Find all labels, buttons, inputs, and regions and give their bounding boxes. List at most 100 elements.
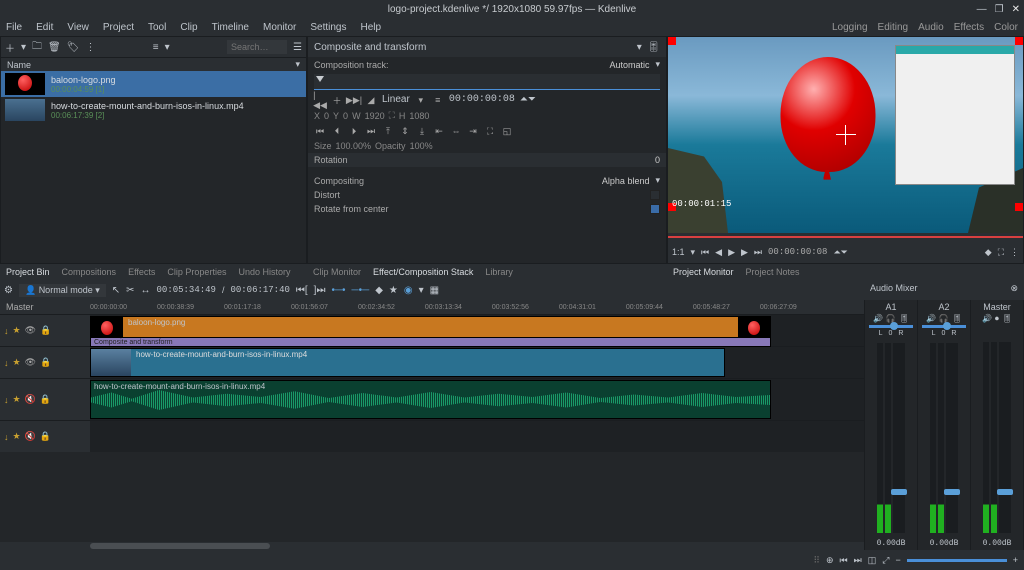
menu-file[interactable]: File (6, 22, 22, 33)
more-icon[interactable]: ⋮ (1010, 247, 1019, 258)
lock-icon[interactable]: 🔒 (40, 357, 51, 368)
bin-item[interactable]: how-to-create-mount-and-burn-isos-in-lin… (1, 97, 306, 123)
rotate-center-checkbox[interactable] (650, 204, 660, 214)
fullscreen-icon[interactable]: ⛶ (998, 247, 1004, 258)
lock-icon[interactable]: 🔒 (40, 325, 51, 336)
chevron-down-icon[interactable]: ▾ (295, 59, 300, 70)
tab-clip-properties[interactable]: Clip Properties (167, 267, 226, 277)
collapse-icon[interactable]: ↓ (4, 358, 9, 368)
timeline-composition[interactable]: Composite and transform (90, 337, 771, 347)
snap-icon[interactable]: •─• (331, 285, 345, 296)
close-icon[interactable]: ⊗ (1010, 283, 1018, 294)
snap2-icon[interactable]: ─•─ (352, 285, 370, 296)
delete-icon[interactable]: 🗑 (48, 42, 61, 53)
timeline-ruler[interactable]: Master 00:00:00:00 00:00:38:39 00:01:17:… (0, 300, 864, 314)
favorite-icon[interactable]: ★ (389, 285, 398, 296)
balance-slider[interactable] (922, 325, 965, 328)
menu-timeline[interactable]: Timeline (212, 22, 249, 33)
balance-slider[interactable] (869, 325, 912, 328)
distort-checkbox[interactable] (650, 190, 660, 200)
align-bottom-icon[interactable]: ⤓ (416, 125, 428, 137)
tab-project-bin[interactable]: Project Bin (6, 267, 50, 277)
align-icon[interactable]: ≡ (432, 94, 444, 106)
minimize-button[interactable]: — (977, 4, 987, 15)
menu-tool[interactable]: Tool (148, 22, 166, 33)
tab-library[interactable]: Library (485, 267, 513, 277)
fit-zoom-icon[interactable]: ⤢ (882, 555, 889, 566)
edit-mode-select[interactable]: 👤 Normal mode ▾ (19, 284, 106, 297)
marker-icon[interactable]: ◆ (375, 285, 383, 296)
layout-audio[interactable]: Audio (918, 22, 944, 33)
skip-back-icon[interactable]: ⏮ (840, 555, 848, 566)
align-hcenter-icon[interactable]: ⇔ (450, 125, 462, 137)
star-icon[interactable]: ★ (13, 394, 21, 405)
zoom-ratio[interactable]: 1:1 (672, 247, 685, 257)
y-value[interactable]: 0 (343, 111, 348, 121)
star-icon[interactable]: ★ (13, 357, 21, 368)
skip-back-icon[interactable]: ⏮ (701, 247, 709, 258)
collapse-icon[interactable]: ↓ (4, 395, 9, 405)
menu-help[interactable]: Help (361, 22, 382, 33)
search-input[interactable] (227, 40, 287, 54)
mute-icon[interactable]: 👁 (25, 325, 36, 336)
volume-slider[interactable] (946, 343, 958, 533)
list-view-icon[interactable]: ≡ (153, 42, 159, 53)
skip-prev-icon[interactable]: ⏴ (331, 125, 343, 137)
menu-project[interactable]: Project (103, 22, 134, 33)
timeline-scrollbar[interactable] (0, 542, 864, 550)
volume-readout[interactable]: 0.00dB (983, 539, 1012, 548)
menu-clip[interactable]: Clip (180, 22, 197, 33)
rotation-value[interactable]: 0 (655, 155, 660, 165)
more-icon[interactable]: ⋮ (85, 42, 95, 53)
skip-start-icon[interactable]: ⏮ (314, 125, 326, 137)
tab-effects[interactable]: Effects (128, 267, 155, 277)
close-button[interactable]: ✕ (1012, 4, 1020, 15)
layout-editing[interactable]: Editing (878, 22, 909, 33)
fit-icon[interactable]: ◱ (501, 125, 513, 137)
spacer-tool-icon[interactable]: ↔ (141, 285, 151, 296)
size-value[interactable]: 100.00% (336, 141, 372, 151)
chevron-down-icon[interactable]: ▾ (419, 285, 424, 296)
collapse-icon[interactable]: ↓ (4, 326, 9, 336)
timecode-stepper-icon[interactable]: ⏶⏷ (833, 247, 847, 258)
chevron-down-icon[interactable]: ▾ (655, 59, 660, 70)
timeline-clip[interactable]: how-to-create-mount-and-burn-isos-in-lin… (90, 380, 771, 419)
skip-next-icon[interactable]: ⏵ (348, 125, 360, 137)
add-keyframe-icon[interactable]: ＋ (331, 94, 343, 106)
composition-track-value[interactable]: Automatic (609, 60, 649, 70)
timecode-stepper-icon[interactable]: ⏶⏷ (520, 94, 536, 106)
align-vcenter-icon[interactable]: ⇕ (399, 125, 411, 137)
monitor-timecode[interactable]: 00:00:00:08 (768, 247, 827, 257)
menu-settings[interactable]: Settings (310, 22, 346, 33)
chevron-down-icon[interactable]: ▾ (637, 42, 642, 53)
tab-project-monitor[interactable]: Project Monitor (673, 267, 734, 277)
record-icon[interactable]: ⏺ (995, 314, 999, 324)
skip-fwd-icon[interactable]: ⏭ (854, 555, 862, 566)
mute-icon[interactable]: 🔇 (25, 431, 36, 442)
pointer-tool-icon[interactable]: ↖ (112, 285, 120, 296)
grid-icon[interactable]: ▦ (430, 285, 439, 296)
opacity-value[interactable]: 100% (410, 141, 433, 151)
speaker-icon[interactable]: 🔊 (982, 314, 992, 324)
add-clip-icon[interactable]: ＋ (5, 40, 15, 55)
folder-icon[interactable]: 🗀 (32, 39, 42, 56)
mute-icon[interactable]: 👁 (25, 357, 36, 368)
transform-handle[interactable] (1015, 37, 1023, 45)
chevron-down-icon[interactable]: ▾ (691, 247, 696, 258)
volume-slider[interactable] (999, 342, 1011, 533)
volume-readout[interactable]: 0.00dB (930, 539, 959, 548)
sliders-icon[interactable]: 🎚 (952, 314, 962, 323)
orig-size-icon[interactable]: ⛶ (484, 125, 496, 137)
mute-icon[interactable]: 🔇 (25, 394, 36, 405)
crop-icon[interactable]: ⛶ (389, 110, 395, 121)
monitor-ruler[interactable] (668, 233, 1023, 241)
play-icon[interactable]: ▶ (728, 247, 735, 258)
layout-effects[interactable]: Effects (954, 22, 984, 33)
interpolation-select[interactable]: Linear (382, 94, 410, 106)
chevron-down-icon[interactable]: ▾ (655, 175, 660, 186)
grip-icon[interactable]: ⠿ (813, 555, 820, 566)
h-value[interactable]: 1080 (409, 111, 429, 121)
w-value[interactable]: 1920 (365, 111, 385, 121)
marker-icon[interactable]: ◆ (985, 247, 992, 258)
star-icon[interactable]: ★ (13, 325, 21, 336)
